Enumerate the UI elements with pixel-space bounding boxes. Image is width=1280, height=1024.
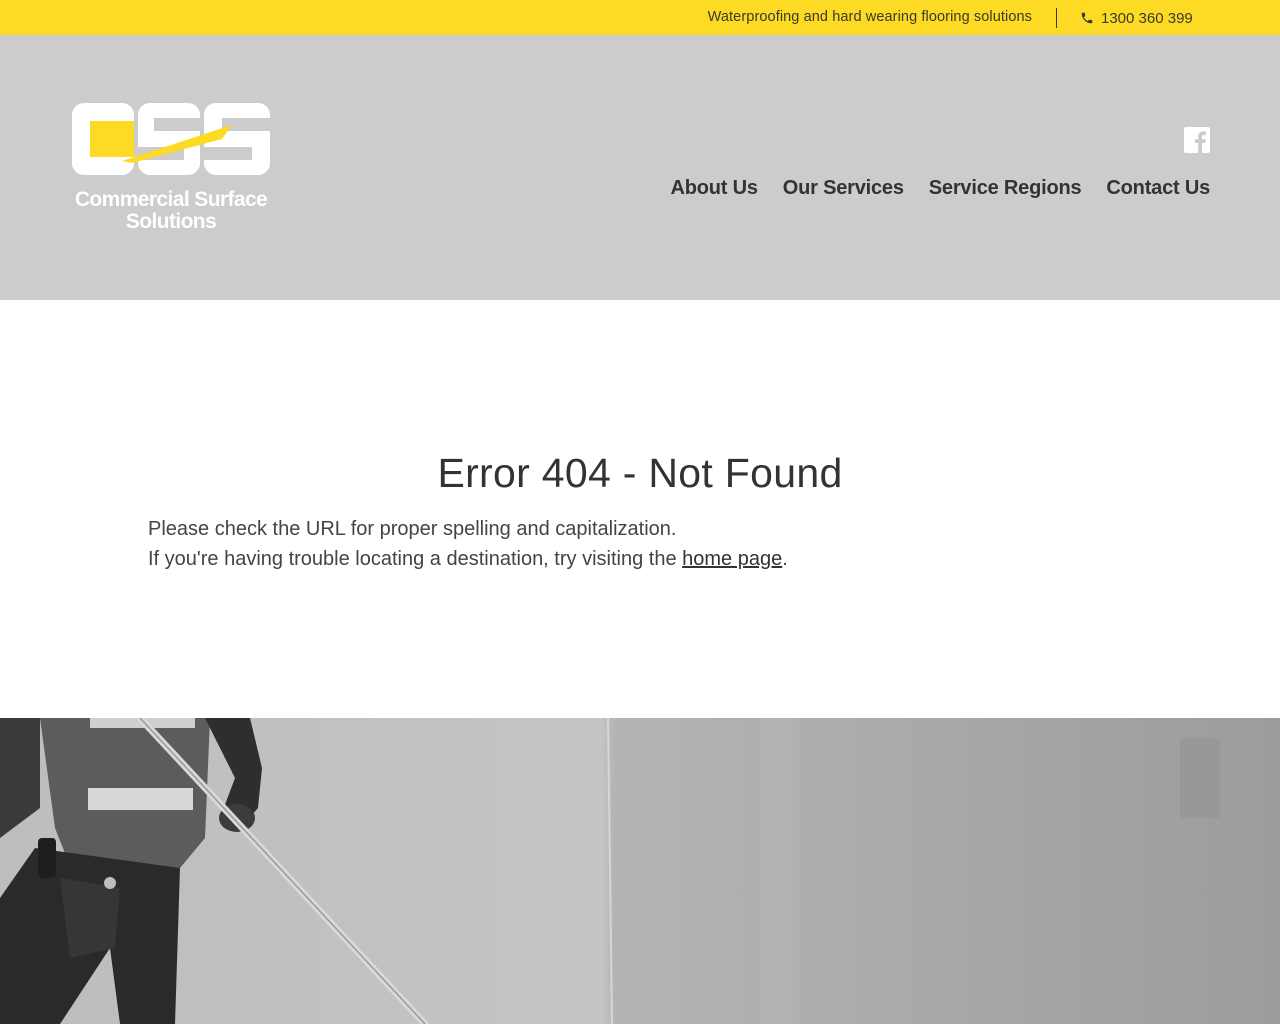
error-message-line2-end: . [782,548,788,570]
phone-icon [1081,12,1093,24]
main-nav: About Us Our Services Service Regions Co… [670,177,1210,200]
page-title: Error 404 - Not Found [437,450,843,496]
site-logo[interactable]: Commercial Surface Solutions [72,103,272,238]
logo-text-line1: Commercial Surface [74,188,268,211]
nav-about-us[interactable]: About Us [670,177,757,200]
nav-our-services[interactable]: Our Services [783,177,904,200]
phone-link[interactable]: 1300 360 399 [1080,8,1193,28]
topbar-divider [1056,8,1057,28]
top-bar: Waterproofing and hard wearing flooring … [0,0,1280,35]
site-header: Commercial Surface Solutions About Us Ou… [0,35,1280,300]
worker-photo [0,718,1280,1024]
logo-text-line2: Solutions [125,210,217,233]
logo-mark [72,103,270,175]
nav-service-regions[interactable]: Service Regions [929,177,1082,200]
error-message-line2-text: If you're having trouble locating a dest… [148,548,683,570]
nav-contact-us[interactable]: Contact Us [1106,177,1210,200]
error-message-line1: Please check the URL for proper spelling… [148,518,677,540]
tagline: Waterproofing and hard wearing flooring … [707,9,1032,25]
home-page-link[interactable]: home page [682,548,782,570]
facebook-icon[interactable] [1184,127,1210,153]
phone-number: 1300 360 399 [1101,9,1193,27]
hero-image [0,718,1280,1024]
main-content: Error 404 - Not Found Please check the U… [0,300,1280,718]
error-message-line2: If you're having trouble locating a dest… [148,544,788,574]
